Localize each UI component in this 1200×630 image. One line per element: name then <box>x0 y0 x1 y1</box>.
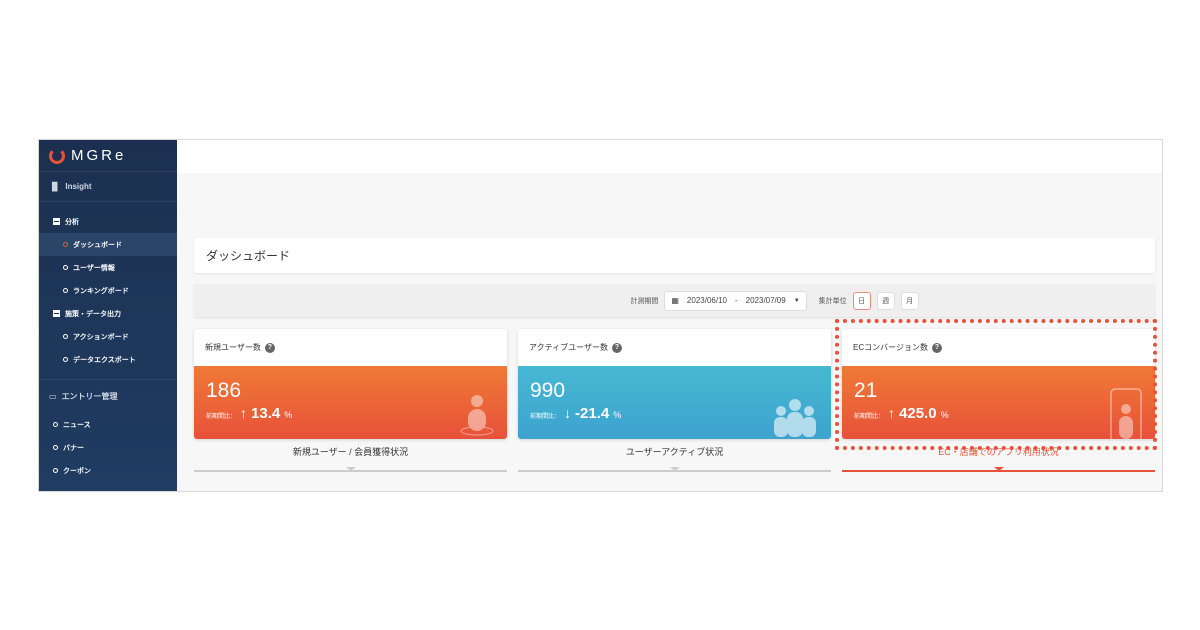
date-range-picker[interactable]: ▦ 2023/06/10-2023/07/09 ▼ <box>664 290 807 311</box>
item-label: バナー <box>63 444 84 452</box>
bullet-icon <box>53 468 58 473</box>
bullet-icon <box>63 357 68 362</box>
section-label: 分析 <box>65 218 79 226</box>
card-title: 新規ユーザー数 <box>205 343 261 352</box>
percent-unit: % <box>284 410 293 420</box>
chevron-down-icon: ▼ <box>793 297 800 304</box>
card-value: 186 <box>206 379 242 402</box>
sidebar-section-analysis[interactable]: 分析 <box>39 210 177 233</box>
calendar-icon: ▦ <box>671 296 679 305</box>
start-date: 2023/06/10 <box>686 296 727 305</box>
sidebar-section-actions[interactable]: 施策・データ出力 <box>39 302 177 325</box>
collapse-icon <box>53 310 60 317</box>
brand-name: MGRe <box>71 147 127 164</box>
bullet-icon <box>63 334 68 339</box>
compare-value: -21.4 <box>575 405 610 422</box>
bullet-icon <box>63 288 68 293</box>
entry-label: エントリー管理 <box>61 392 118 401</box>
item-label: クーポン <box>63 467 91 475</box>
compare-label: 前期間比： <box>206 414 237 420</box>
sidebar-item-banner[interactable]: バナー <box>39 436 177 459</box>
logo[interactable]: MGRe <box>39 140 177 172</box>
item-label: データエクスポート <box>73 356 136 364</box>
sidebar-item-news[interactable]: ニュース <box>39 413 177 436</box>
period-label: 計測期間 <box>630 297 659 305</box>
bullet-icon <box>53 445 58 450</box>
sidebar-item-dashboard[interactable]: ダッシュボード <box>39 233 177 256</box>
bar-chart-icon: ▐▌ <box>49 182 61 191</box>
insight-label: Insight <box>65 182 92 191</box>
section-label: 施策・データ出力 <box>65 310 121 318</box>
item-label: ランキングボード <box>73 287 129 295</box>
help-icon[interactable]: ? <box>611 342 622 353</box>
page-title: ダッシュボード <box>194 238 1155 273</box>
sidebar-item-ranking[interactable]: ランキングボード <box>39 279 177 302</box>
sidebar-insight[interactable]: ▐▌ Insight <box>39 172 177 202</box>
top-header <box>177 140 1162 173</box>
sidebar-item-data-export[interactable]: データエクスポート <box>39 348 177 371</box>
logo-icon <box>49 147 65 164</box>
tab-ec-store-usage[interactable]: EC・店舗でのアプリ利用状況 <box>842 445 1155 472</box>
tab-new-users[interactable]: 新規ユーザー / 会員獲得状況 <box>194 445 507 472</box>
person-icon <box>460 395 494 436</box>
kpi-card-active-users[interactable]: アクティブユーザー数? 990 前期間比： ↓ -21.4% <box>518 329 831 439</box>
bullet-icon <box>53 422 58 427</box>
arrow-down-icon: ↓ <box>564 405 572 421</box>
item-label: アクションボード <box>73 333 129 341</box>
sidebar-entry-management[interactable]: ▭ エントリー管理 <box>39 379 177 413</box>
group-icon <box>774 399 816 437</box>
compare-value: 13.4 <box>251 405 281 422</box>
card-title: アクティブユーザー数 <box>529 343 608 352</box>
date-sep: - <box>734 296 738 305</box>
filter-bar: 計測期間 ▦ 2023/06/10-2023/07/09 ▼ 集計単位 日 週 月 <box>194 284 1155 317</box>
tab-active-users[interactable]: ユーザーアクティブ状況 <box>518 445 831 472</box>
collapse-icon <box>53 218 60 225</box>
compare-label: 前期間比： <box>530 414 561 420</box>
help-icon[interactable]: ? <box>264 342 275 353</box>
sidebar: MGRe ▐▌ Insight 分析 ダッシュボード ユーザー情報 ランキングボー… <box>39 140 177 491</box>
kpi-card-new-users[interactable]: 新規ユーザー数? 186 前期間比： ↑ 13.4% <box>194 329 507 439</box>
unit-label: 集計単位 <box>818 297 847 305</box>
app-window: MGRe ▐▌ Insight 分析 ダッシュボード ユーザー情報 ランキングボー… <box>38 139 1163 492</box>
unit-week-button[interactable]: 週 <box>876 291 895 310</box>
bullet-icon <box>63 242 68 247</box>
end-date: 2023/07/09 <box>745 296 786 305</box>
item-label: ユーザー情報 <box>73 264 115 272</box>
sidebar-item-action-board[interactable]: アクションボード <box>39 325 177 348</box>
monitor-icon: ▭ <box>49 392 57 401</box>
sidebar-item-coupon[interactable]: クーポン <box>39 459 177 482</box>
highlight-box <box>835 319 1157 450</box>
arrow-up-icon: ↑ <box>240 405 248 421</box>
item-label: ニュース <box>63 421 91 429</box>
item-label: ダッシュボード <box>73 241 122 249</box>
unit-day-button[interactable]: 日 <box>852 291 871 310</box>
percent-unit: % <box>613 410 622 420</box>
bullet-icon <box>63 265 68 270</box>
sidebar-item-user-info[interactable]: ユーザー情報 <box>39 256 177 279</box>
unit-month-button[interactable]: 月 <box>900 291 919 310</box>
